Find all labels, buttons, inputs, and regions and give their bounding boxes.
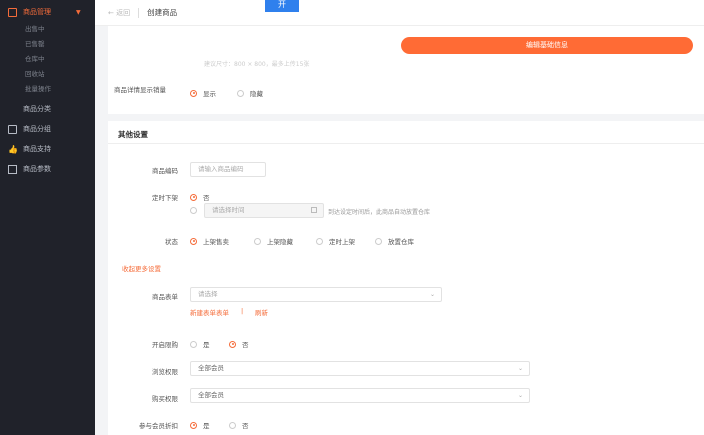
radio-dot — [254, 237, 261, 245]
sidebar-item-label: 商品分类 — [23, 105, 51, 113]
goods-form-label: 商品表单 — [152, 293, 178, 301]
goods-code-input[interactable]: 请输入商品编码 — [190, 162, 266, 177]
radio-dot — [316, 237, 323, 245]
detail-show-radio[interactable]: 显示 — [190, 88, 216, 98]
detail-hide-radio[interactable]: 隐藏 — [237, 88, 263, 98]
sidebar-item-label: 商品支持 — [23, 145, 51, 153]
timer-date-input[interactable]: 请选择时间 — [204, 203, 324, 218]
status-onsale-radio[interactable]: 上架售卖 — [190, 236, 229, 246]
purchase-limit-label: 开启限购 — [152, 341, 178, 349]
floating-toggle-button[interactable]: 开 — [265, 0, 299, 12]
radio-dot — [229, 340, 236, 348]
radio-label: 定时上架 — [329, 238, 355, 246]
goods-form-select[interactable]: 请选择 ⌄ — [190, 287, 442, 302]
radio-dot — [375, 237, 382, 245]
timed-offshelf-label: 定时下架 — [152, 194, 178, 202]
back-link[interactable]: ← 返回 — [108, 8, 130, 18]
browse-permission-label: 浏览权限 — [152, 368, 178, 376]
sidebar-item-label: 商品管理 — [23, 8, 51, 16]
chevron-down-icon: ⌄ — [517, 392, 523, 399]
radio-label: 显示 — [203, 90, 216, 98]
status-label: 状态 — [165, 238, 178, 246]
status-warehouse-radio[interactable]: 放置仓库 — [375, 236, 414, 246]
sidebar-item-label: 商品参数 — [23, 165, 51, 173]
browse-permission-select[interactable]: 全部会员 ⌄ — [190, 361, 530, 376]
new-form-link[interactable]: 新建表单表单 — [190, 307, 229, 317]
radio-dot — [190, 421, 197, 429]
sidebar-subitem-recycle[interactable]: 回收站 — [0, 67, 95, 82]
radio-dot — [190, 193, 197, 201]
sidebar: 商品管理 ▼ 出售中 已售罄 仓库中 回收站 批量操作 商品分类 商品分组 👍 … — [0, 0, 95, 435]
sidebar-item-support[interactable]: 👍 商品支持 — [0, 139, 95, 159]
timer-hint: 到达设定时间后，此商品自动放置仓库 — [328, 209, 431, 216]
sidebar-item-params[interactable]: 商品参数 — [0, 159, 95, 179]
sidebar-item-category[interactable]: 商品分类 — [0, 99, 95, 119]
browse-permission-value: 全部会员 — [198, 364, 224, 372]
radio-dot — [229, 421, 236, 429]
buy-permission-value: 全部会员 — [198, 391, 224, 399]
edit-basic-info-button[interactable]: 编辑基础信息 — [401, 37, 693, 54]
member-discount-label: 参与会员折扣 — [139, 422, 178, 430]
sidebar-item-label: 商品分组 — [23, 125, 51, 133]
radio-dot — [190, 340, 197, 348]
timer-no-radio[interactable]: 否 — [190, 192, 210, 202]
sidebar-subitem-batch[interactable]: 批量操作 — [0, 82, 95, 97]
radio-dot — [190, 237, 197, 245]
radio-dot — [237, 89, 244, 97]
grid-icon — [8, 105, 17, 114]
document-icon — [8, 164, 17, 174]
goods-form-placeholder: 请选择 — [198, 290, 218, 298]
sidebar-subitem-sold-out[interactable]: 已售罄 — [0, 37, 95, 52]
timer-yes-radio[interactable] — [190, 207, 203, 214]
basic-info-card: 编辑基础信息 建议尺寸：800 × 800，最多上传15张 商品详情显示销量 显… — [108, 26, 704, 114]
folder-icon — [8, 124, 17, 134]
sidebar-item-goods-management[interactable]: 商品管理 ▼ — [0, 2, 95, 22]
section-divider — [108, 143, 704, 144]
radio-dot — [190, 89, 197, 97]
status-hidden-radio[interactable]: 上架隐藏 — [254, 236, 293, 246]
thumb-up-icon: 👍 — [8, 144, 18, 154]
timer-date-placeholder: 请选择时间 — [212, 206, 245, 214]
discount-yes-radio[interactable]: 是 — [190, 420, 210, 430]
other-settings-card: 其他设置 商品编码 请输入商品编码 定时下架 否 请选择时间 到达设定时间后，此… — [108, 121, 704, 435]
radio-label: 是 — [203, 341, 210, 349]
status-scheduled-radio[interactable]: 定时上架 — [316, 236, 355, 246]
collapse-more-settings-link[interactable]: 收起更多设置 — [122, 263, 161, 273]
chevron-down-icon: ▼ — [76, 8, 81, 16]
calendar-icon — [311, 207, 317, 213]
page-title: 创建商品 — [147, 8, 178, 17]
link-separator: | — [241, 307, 244, 315]
top-header: ← 返回 创建商品 — [95, 0, 704, 26]
limit-yes-radio[interactable]: 是 — [190, 339, 210, 349]
chevron-down-icon: ⌄ — [517, 365, 523, 372]
refresh-link[interactable]: 刷新 — [255, 307, 268, 317]
main-content: 编辑基础信息 建议尺寸：800 × 800，最多上传15张 商品详情显示销量 显… — [95, 26, 704, 435]
goods-code-label: 商品编码 — [152, 167, 178, 175]
sidebar-item-group[interactable]: 商品分组 — [0, 119, 95, 139]
radio-label: 是 — [203, 422, 210, 430]
faded-hint-text: 建议尺寸：800 × 800，最多上传15张 — [204, 61, 310, 68]
radio-dot — [190, 207, 197, 214]
limit-no-radio[interactable]: 否 — [229, 339, 249, 349]
radio-label: 上架售卖 — [203, 238, 229, 246]
detail-sales-label: 商品详情显示销量 — [114, 86, 166, 94]
radio-label: 否 — [242, 341, 249, 349]
sidebar-subitem-warehouse[interactable]: 仓库中 — [0, 52, 95, 67]
discount-no-radio[interactable]: 否 — [229, 420, 249, 430]
radio-label: 放置仓库 — [388, 238, 414, 246]
radio-label: 上架隐藏 — [267, 238, 293, 246]
buy-permission-select[interactable]: 全部会员 ⌄ — [190, 388, 530, 403]
radio-label: 否 — [203, 194, 210, 202]
sidebar-subitem-on-sale[interactable]: 出售中 — [0, 22, 95, 37]
buy-permission-label: 购买权限 — [152, 395, 178, 403]
radio-label: 隐藏 — [250, 90, 263, 98]
chevron-down-icon: ⌄ — [429, 291, 435, 298]
radio-label: 否 — [242, 422, 249, 430]
section-title: 其他设置 — [118, 130, 148, 139]
header-divider — [138, 7, 140, 18]
goods-icon — [8, 7, 17, 17]
